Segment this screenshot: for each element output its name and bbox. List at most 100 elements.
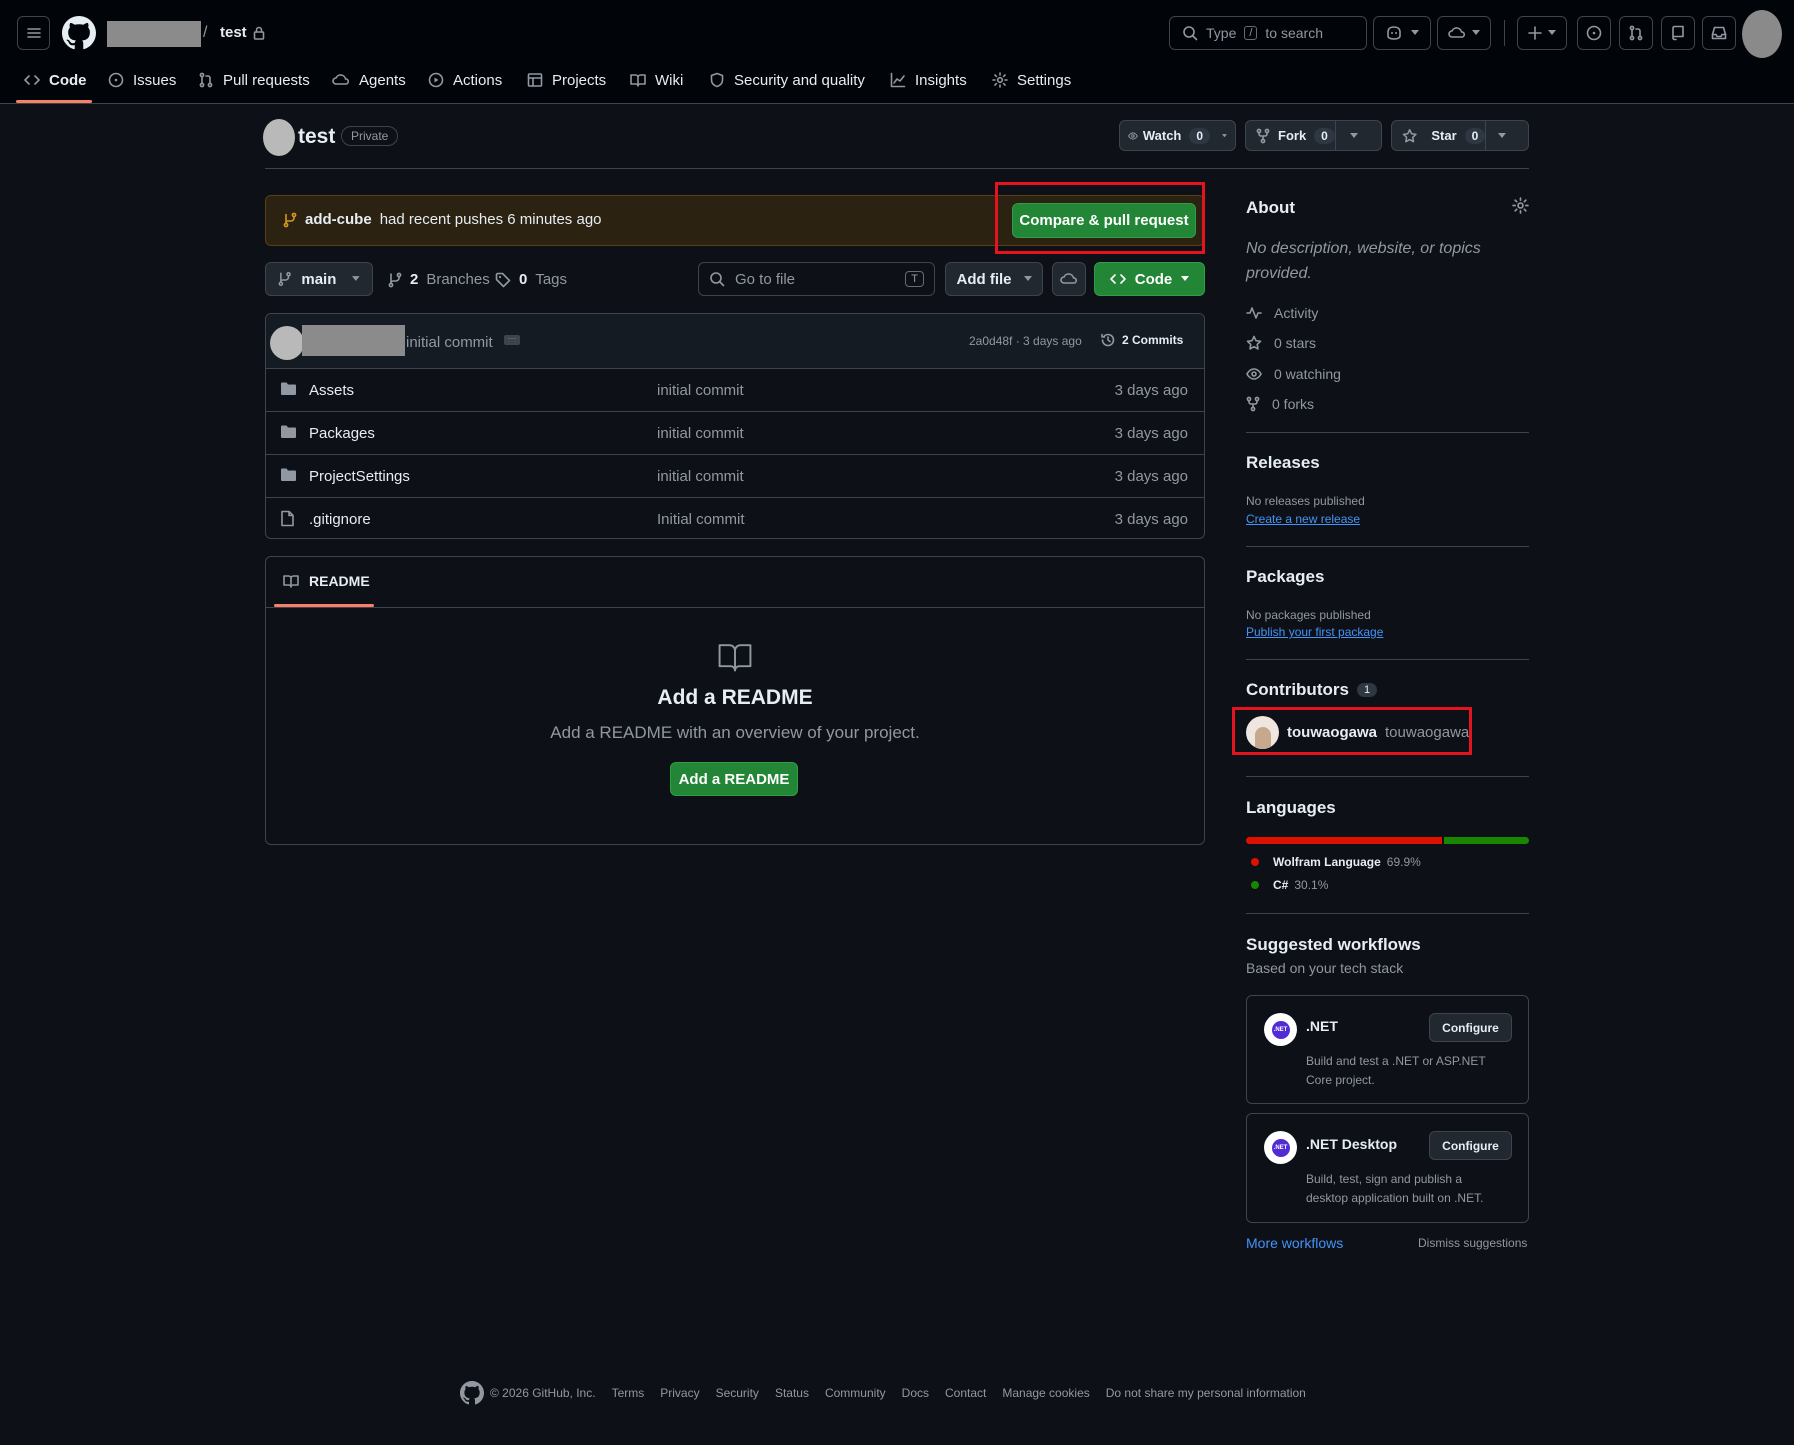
tab-pull-requests[interactable]: Pull requests: [198, 66, 310, 94]
more-workflows-link[interactable]: More workflows: [1246, 1235, 1343, 1251]
commits-history-link[interactable]: 2 Commits: [1100, 332, 1183, 348]
owner-name-redacted[interactable]: [107, 21, 201, 47]
file-name[interactable]: Assets: [309, 382, 354, 399]
plus-icon: [1528, 26, 1542, 40]
file-commit-message[interactable]: initial commit: [657, 382, 744, 399]
footer-link-status[interactable]: Status: [775, 1386, 809, 1400]
configure-button[interactable]: Configure: [1429, 1013, 1512, 1042]
tags-link[interactable]: 0 Tags: [495, 271, 567, 288]
tab-projects[interactable]: Projects: [527, 66, 606, 94]
file-name[interactable]: ProjectSettings: [309, 468, 410, 485]
committer-name-redacted[interactable]: [302, 325, 405, 356]
dismiss-suggestions-link[interactable]: Dismiss suggestions: [1418, 1236, 1527, 1250]
file-commit-message[interactable]: initial commit: [657, 468, 744, 485]
footer-link-privacy[interactable]: Privacy: [660, 1386, 699, 1400]
table-row[interactable]: Assets initial commit 3 days ago: [265, 368, 1205, 411]
footer-link-terms[interactable]: Terms: [612, 1386, 645, 1400]
watch-label: Watch: [1142, 128, 1182, 143]
tab-security[interactable]: Security and quality: [709, 66, 865, 94]
language-item-csharp[interactable]: C# 30.1%: [1251, 878, 1328, 892]
commit-ellipsis-button[interactable]: ···: [504, 334, 520, 345]
branches-link[interactable]: 2 Branches: [388, 271, 490, 288]
packages-heading[interactable]: Packages: [1246, 567, 1324, 587]
contributors-heading-row[interactable]: Contributors 1: [1246, 680, 1378, 700]
file-commit-message[interactable]: Initial commit: [657, 511, 745, 528]
activity-link[interactable]: Activity: [1246, 305, 1318, 321]
repo-owner-avatar[interactable]: [263, 119, 295, 156]
configure-button[interactable]: Configure: [1429, 1131, 1512, 1160]
watch-button[interactable]: Watch 0: [1119, 120, 1236, 151]
breadcrumb-repo[interactable]: test: [220, 24, 265, 41]
tab-insights[interactable]: Insights: [890, 66, 967, 94]
readme-empty-subtitle: Add a README with an overview of your pr…: [550, 723, 920, 742]
tab-wiki[interactable]: Wiki: [630, 66, 683, 94]
pushed-branch-name[interactable]: add-cube: [305, 211, 372, 228]
fork-button[interactable]: Fork 0: [1245, 120, 1382, 151]
workflow-name: .NET: [1306, 1018, 1338, 1034]
inbox-header-button[interactable]: [1702, 16, 1736, 50]
code-icon: [1109, 274, 1126, 284]
copilot-button[interactable]: [1373, 16, 1431, 50]
footer-link-community[interactable]: Community: [825, 1386, 886, 1400]
about-settings-button[interactable]: [1512, 197, 1529, 214]
top-header: / test Type / to search Code Issues Pull…: [0, 0, 1794, 104]
file-name[interactable]: Packages: [309, 425, 375, 442]
github-logo[interactable]: [62, 16, 96, 50]
footer-link-docs[interactable]: Docs: [902, 1386, 929, 1400]
repositories-header-button[interactable]: [1661, 16, 1695, 50]
add-readme-button[interactable]: Add a README: [670, 762, 798, 796]
code-dropdown-button[interactable]: Code: [1094, 262, 1205, 296]
add-file-button[interactable]: Add file: [945, 262, 1043, 296]
stars-link[interactable]: 0 stars: [1246, 335, 1316, 351]
file-commit-message[interactable]: initial commit: [657, 425, 744, 442]
add-file-label: Add file: [956, 270, 1012, 288]
tab-settings[interactable]: Settings: [992, 66, 1071, 94]
issues-header-button[interactable]: [1577, 16, 1611, 50]
agents-header-button[interactable]: [1437, 16, 1491, 50]
user-avatar[interactable]: [1742, 10, 1782, 58]
tab-actions[interactable]: Actions: [428, 66, 502, 94]
create-new-button[interactable]: [1517, 16, 1567, 50]
releases-empty-text: No releases published: [1246, 494, 1365, 508]
go-to-file-input[interactable]: Go to file T: [698, 262, 935, 296]
menu-button[interactable]: [17, 16, 50, 50]
tab-code[interactable]: Code: [24, 66, 87, 94]
workflow-card-dotnet: .NET .NET Configure Build and test a .NE…: [1246, 995, 1529, 1104]
tab-issues[interactable]: Issues: [108, 66, 176, 94]
language-item-wolfram[interactable]: Wolfram Language 69.9%: [1251, 855, 1421, 869]
table-row[interactable]: .gitignore Initial commit 3 days ago: [265, 497, 1205, 540]
table-row[interactable]: ProjectSettings initial commit 3 days ag…: [265, 454, 1205, 497]
footer-link-security[interactable]: Security: [716, 1386, 759, 1400]
latest-commit-message[interactable]: initial commit: [406, 334, 493, 351]
languages-bar: [1246, 837, 1529, 844]
file-name[interactable]: .gitignore: [309, 511, 371, 528]
forks-link[interactable]: 0 forks: [1246, 396, 1314, 412]
star-dropdown[interactable]: [1485, 120, 1518, 151]
search-input[interactable]: Type / to search: [1169, 16, 1367, 50]
fork-dropdown[interactable]: [1335, 120, 1371, 151]
codespaces-agent-button[interactable]: [1052, 262, 1086, 296]
history-icon: [1101, 333, 1115, 347]
workflow-name: .NET Desktop: [1306, 1136, 1398, 1152]
readme-tab[interactable]: README: [282, 573, 370, 589]
branch-selector[interactable]: main: [265, 262, 373, 296]
footer-link-manage-cookies[interactable]: Manage cookies: [1002, 1386, 1089, 1400]
table-row[interactable]: Packages initial commit 3 days ago: [265, 411, 1205, 454]
releases-heading[interactable]: Releases: [1246, 453, 1320, 473]
committer-avatar[interactable]: [270, 326, 304, 360]
footer-link-do-not-share[interactable]: Do not share my personal information: [1106, 1386, 1306, 1400]
publish-package-link[interactable]: Publish your first package: [1246, 625, 1383, 639]
highlight-compare-button: [995, 182, 1205, 254]
create-release-link[interactable]: Create a new release: [1246, 512, 1360, 526]
star-button[interactable]: Star 0: [1391, 120, 1529, 151]
tab-agents[interactable]: Agents: [332, 66, 406, 94]
footer-link-contact[interactable]: Contact: [945, 1386, 986, 1400]
chevron-down-icon: [1222, 133, 1227, 137]
fork-label: Fork: [1278, 128, 1307, 143]
repo-link[interactable]: test: [220, 24, 247, 41]
repo-title[interactable]: test: [298, 125, 335, 149]
commit-hash-time[interactable]: 2a0d48f · 3 days ago: [969, 334, 1082, 348]
pull-requests-header-button[interactable]: [1619, 16, 1653, 50]
github-footer-logo[interactable]: [460, 1381, 484, 1405]
watching-link[interactable]: 0 watching: [1246, 366, 1341, 382]
